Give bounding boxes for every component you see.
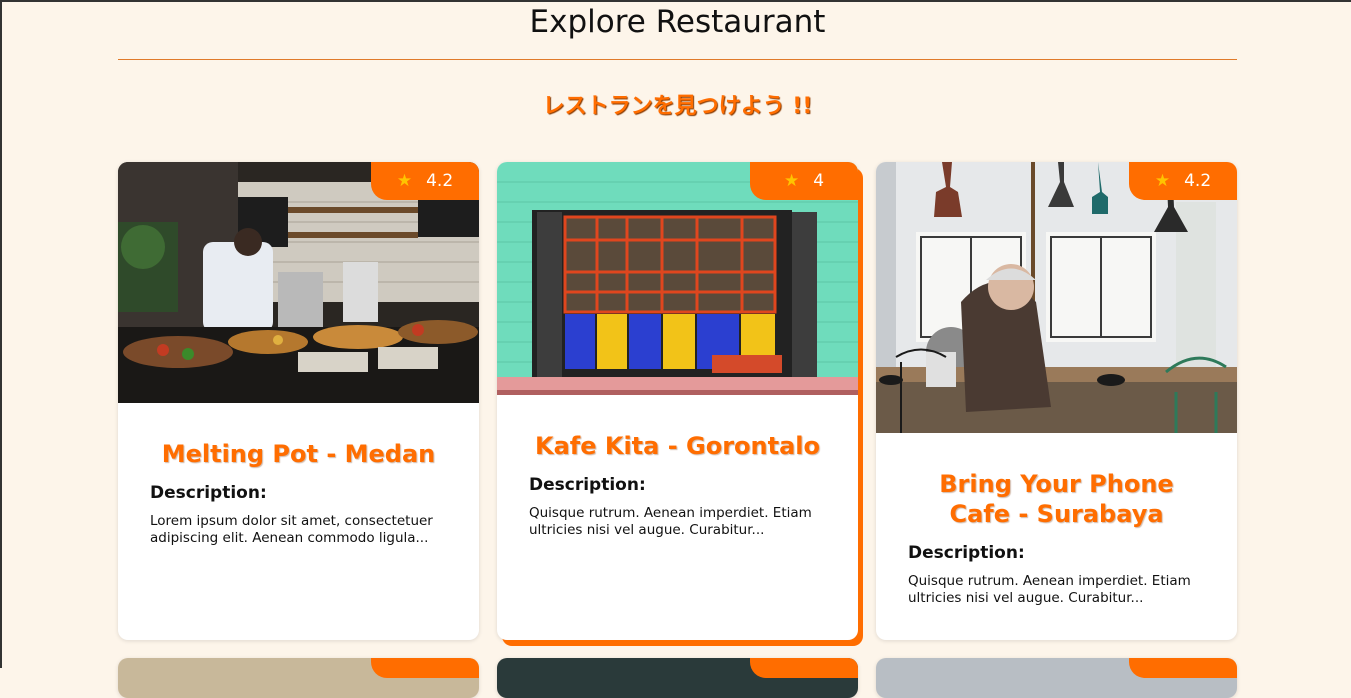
- rating-value: 4.2: [1184, 171, 1212, 191]
- restaurant-card[interactable]: ★ 4.2 Melting Pot - Medan Description: L…: [118, 162, 479, 640]
- rating-value: 4.2: [426, 171, 454, 191]
- rating-value: 4: [813, 171, 825, 191]
- restaurant-photo: ★ 4: [497, 162, 858, 395]
- rating-badge: [750, 658, 858, 678]
- rating-badge: ★ 4.2: [1129, 162, 1237, 200]
- rating-badge: ★ 4.2: [371, 162, 479, 200]
- restaurant-photo: ★ 4.2: [876, 162, 1237, 433]
- rating-badge: [371, 658, 479, 678]
- rating-badge: [1129, 658, 1237, 678]
- description-text: Lorem ipsum dolor sit amet, consectetuer…: [150, 513, 433, 546]
- restaurant-card[interactable]: ★ 4.2 Bring Your Phone Cafe - Surabaya D…: [876, 162, 1237, 640]
- page-subtitle: レストランを見つけよう !!: [542, 94, 813, 119]
- star-icon: ★: [1154, 171, 1171, 191]
- restaurant-name[interactable]: Kafe Kita - Gorontalo: [497, 431, 858, 461]
- restaurant-name[interactable]: Bring Your Phone Cafe - Surabaya: [876, 469, 1237, 529]
- description-label: Description:: [150, 483, 267, 503]
- star-icon: ★: [783, 171, 800, 191]
- description-label: Description:: [529, 475, 646, 495]
- restaurant-photo: ★ 4.2: [118, 162, 479, 403]
- restaurant-card-partial[interactable]: [876, 658, 1237, 698]
- restaurant-card[interactable]: ★ 4 Kafe Kita - Gorontalo Description: Q…: [497, 162, 858, 640]
- description-text: Quisque rutrum. Aenean imperdiet. Etiam …: [908, 573, 1191, 606]
- star-icon: ★: [396, 171, 413, 191]
- description-label: Description:: [908, 543, 1025, 563]
- page-title: Explore Restaurant: [529, 4, 826, 40]
- restaurant-card-partial[interactable]: [118, 658, 479, 698]
- description-text: Quisque rutrum. Aenean imperdiet. Etiam …: [529, 505, 812, 538]
- restaurant-card-partial[interactable]: [497, 658, 858, 698]
- title-divider: [118, 59, 1237, 60]
- restaurant-name[interactable]: Melting Pot - Medan: [118, 439, 479, 469]
- rating-badge: ★ 4: [750, 162, 858, 200]
